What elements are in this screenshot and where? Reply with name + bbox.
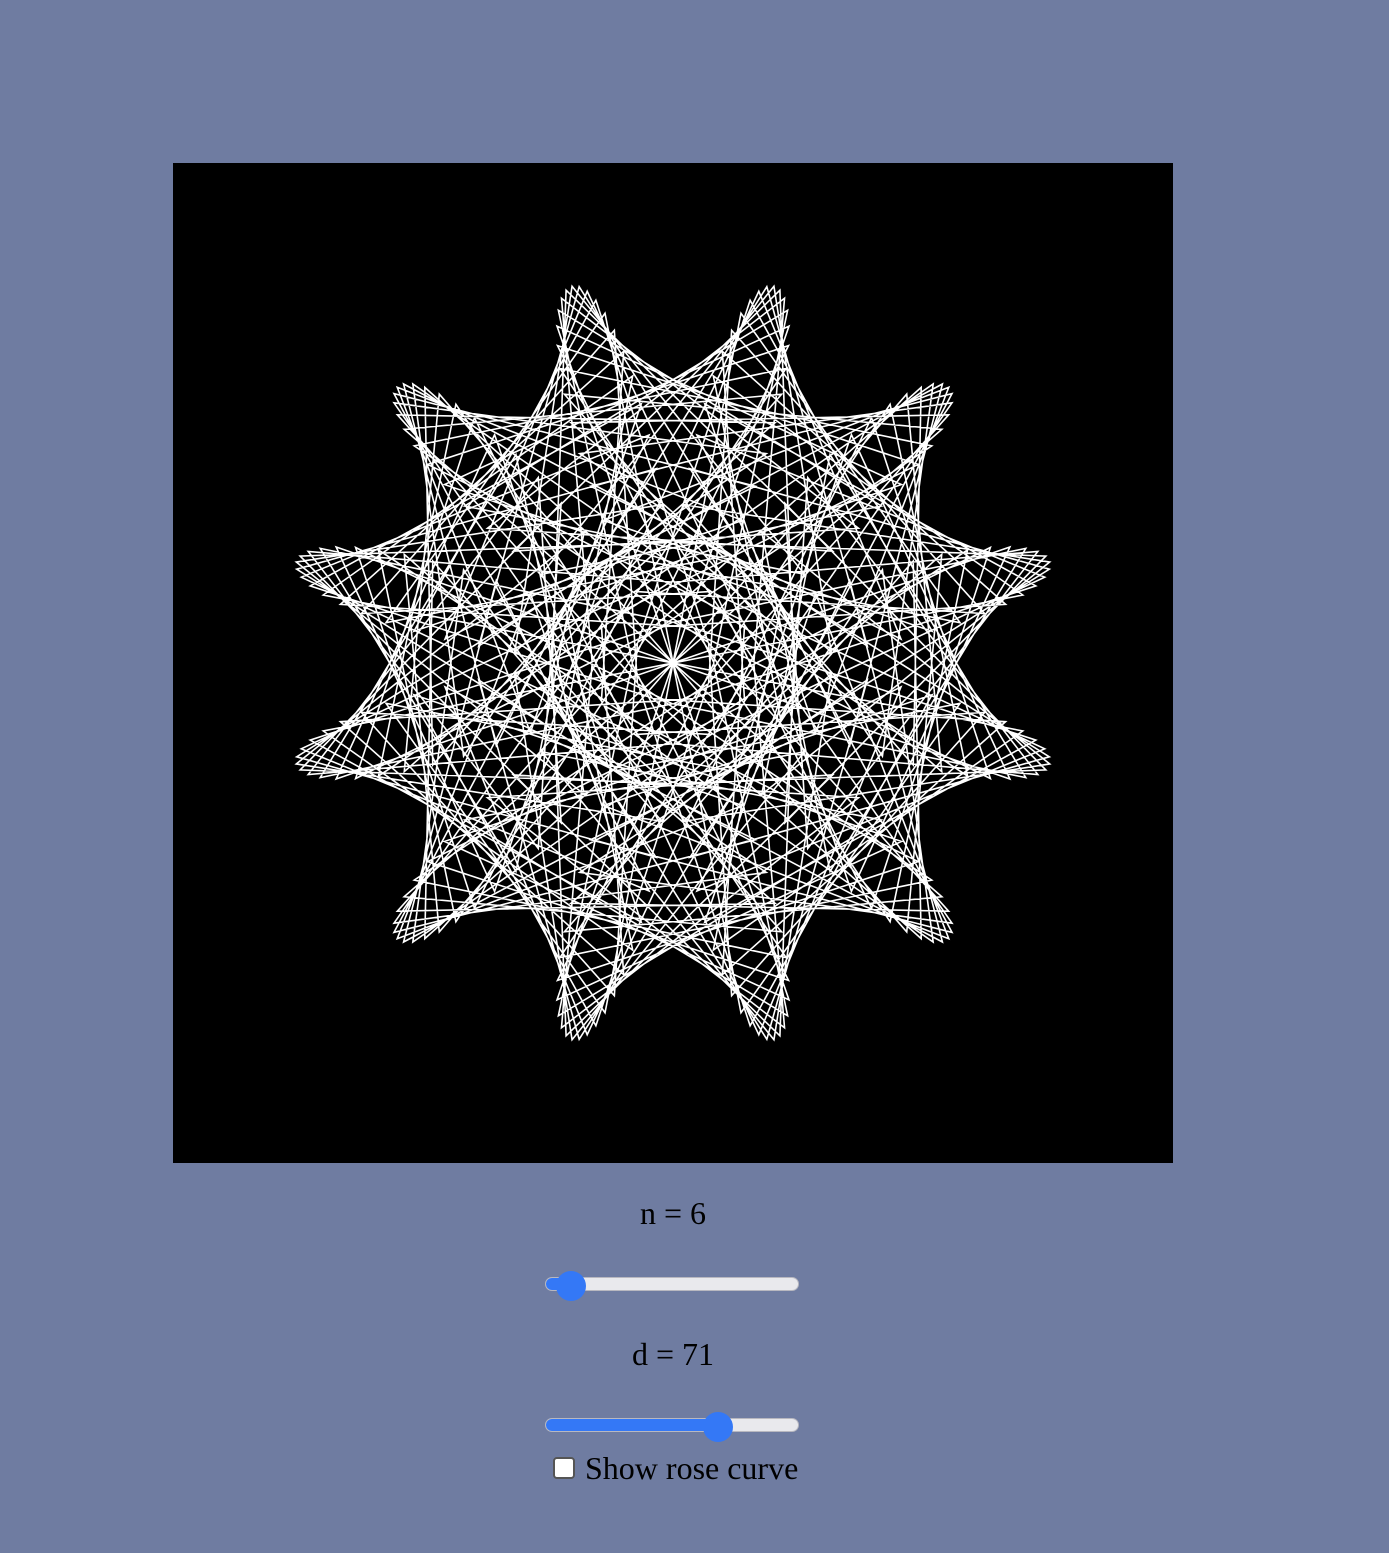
show-rose-row[interactable]: Show rose curve <box>553 1448 798 1488</box>
d-slider[interactable] <box>545 1412 801 1442</box>
n-value-label: n = 6 <box>639 1195 707 1231</box>
maurer-rose-drawing <box>173 163 1173 1163</box>
show-rose-checkbox[interactable] <box>553 1457 575 1479</box>
n-slider[interactable] <box>545 1271 801 1301</box>
show-rose-label[interactable]: Show rose curve <box>585 1450 798 1486</box>
d-slider-fill <box>546 1419 720 1431</box>
n-slider-thumb[interactable] <box>556 1271 587 1301</box>
d-slider-thumb[interactable] <box>703 1412 734 1442</box>
d-slider-track[interactable] <box>545 1418 799 1432</box>
maurer-rose-canvas <box>173 163 1173 1163</box>
d-value-label: d = 71 <box>631 1336 715 1372</box>
